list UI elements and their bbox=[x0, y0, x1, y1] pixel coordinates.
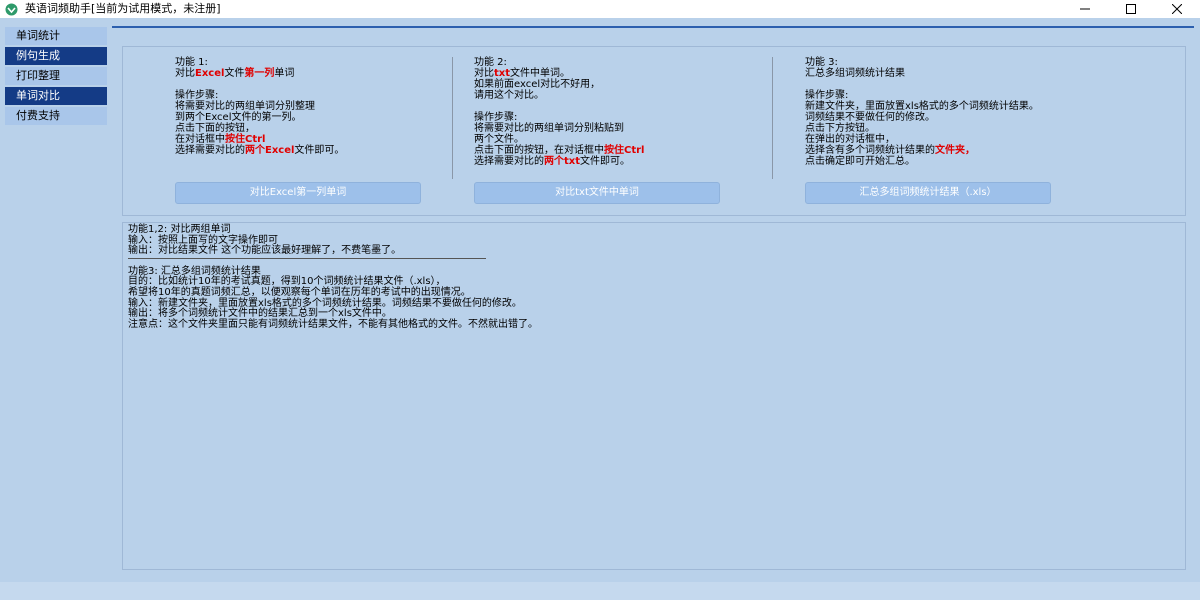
compare-excel-button[interactable]: 对比Excel第一列单词 bbox=[175, 182, 421, 204]
feature-3-step: 新建文件夹，里面放置xls格式的多个词频统计结果。 bbox=[805, 101, 1039, 112]
feature-3-title: 功能 3: bbox=[805, 57, 838, 68]
feature-3: 功能 3: 汇总多组词频统计结果 操作步骤: 新建文件夹，里面放置xls格式的多… bbox=[805, 57, 1039, 167]
feature-3-step: 词频结果不要做任何的修改。 bbox=[805, 112, 935, 123]
minimize-icon bbox=[1080, 8, 1090, 10]
minimize-button[interactable] bbox=[1062, 0, 1108, 18]
feature-3-desc: 汇总多组词频统计结果 bbox=[805, 68, 905, 79]
sidebar-item-print[interactable]: 打印整理 bbox=[5, 67, 107, 85]
feature-3-step: 在弹出的对话框中， bbox=[805, 134, 895, 145]
feature-2-desc-extra: 请用这个对比。 bbox=[474, 90, 544, 101]
feature-2-desc-extra: 如果前面excel对比不好用， bbox=[474, 79, 601, 90]
sidebar: 单词统计 例句生成 打印整理 单词对比 付费支持 bbox=[5, 27, 107, 127]
feature-1: 功能 1: 对比Excel文件第一列单词 操作步骤: 将需要对比的两组单词分别整… bbox=[175, 57, 344, 156]
info-line: 功能1,2: 对比两组单词 bbox=[128, 224, 231, 235]
feature-2-step: 选择需要对比的两个txt文件即可。 bbox=[474, 156, 631, 167]
sidebar-item-payment[interactable]: 付费支持 bbox=[5, 107, 107, 125]
feature-1-step: 在对话框中按住Ctrl bbox=[175, 134, 266, 145]
info-line: 输出：对比结果文件 这个功能应该最好理解了，不费笔墨了。 bbox=[128, 245, 402, 257]
column-separator bbox=[772, 57, 773, 179]
feature-2-step: 两个文件。 bbox=[474, 134, 524, 145]
sidebar-item-word-stats[interactable]: 单词统计 bbox=[5, 27, 107, 45]
feature-2: 功能 2: 对比txt文件中单词。 如果前面excel对比不好用， 请用这个对比… bbox=[474, 57, 644, 167]
feature-1-desc: 对比Excel文件第一列单词 bbox=[175, 68, 295, 79]
feature-2-desc: 对比txt文件中单词。 bbox=[474, 68, 571, 79]
app-logo-icon bbox=[5, 3, 18, 15]
info-divider bbox=[128, 258, 486, 259]
feature-1-step: 点击下面的按钮， bbox=[175, 123, 255, 134]
header-divider bbox=[112, 26, 1194, 28]
title-bar: 英语词频助手[当前为试用模式，未注册] bbox=[0, 0, 1200, 18]
window-title: 英语词频助手[当前为试用模式，未注册] bbox=[25, 2, 221, 15]
column-separator bbox=[452, 57, 453, 179]
feature-1-step: 将需要对比的两组单词分别整理 bbox=[175, 101, 315, 112]
info-text: 功能1,2: 对比两组单词 输入：按照上面写的文字操作即可 输出：对比结果文件 … bbox=[128, 224, 538, 330]
info-line: 希望将10年的真题词频汇总，以便观察每个单词在历年的考试中的出现情况。 bbox=[128, 286, 471, 298]
feature-2-step: 将需要对比的两组单词分别粘贴到 bbox=[474, 123, 624, 134]
feature-3-step: 点击下方按钮。 bbox=[805, 123, 875, 134]
merge-results-button[interactable]: 汇总多组词频统计结果（.xls） bbox=[805, 182, 1051, 204]
sidebar-item-sentence-gen[interactable]: 例句生成 bbox=[5, 47, 107, 65]
feature-2-steps-title: 操作步骤: bbox=[474, 112, 518, 123]
feature-3-step: 选择含有多个词频统计结果的文件夹， bbox=[805, 145, 975, 156]
info-line: 注意点：这个文件夹里面只能有词频统计结果文件，不能有其他格式的文件。不然就出错了… bbox=[128, 318, 538, 330]
sidebar-item-word-compare[interactable]: 单词对比 bbox=[5, 87, 107, 105]
feature-3-step: 点击确定即可开始汇总。 bbox=[805, 156, 915, 167]
close-icon bbox=[1172, 4, 1182, 14]
feature-1-step: 选择需要对比的两个Excel文件即可。 bbox=[175, 145, 345, 156]
feature-1-steps-title: 操作步骤: bbox=[175, 90, 219, 101]
feature-panel: 功能 1: 对比Excel文件第一列单词 操作步骤: 将需要对比的两组单词分别整… bbox=[122, 46, 1186, 216]
feature-2-title: 功能 2: bbox=[474, 57, 507, 68]
maximize-icon bbox=[1126, 4, 1136, 14]
feature-2-step: 点击下面的按钮，在对话框中按住Ctrl bbox=[474, 145, 645, 156]
feature-1-step: 到两个Excel文件的第一列。 bbox=[175, 112, 302, 123]
feature-1-title: 功能 1: bbox=[175, 57, 208, 68]
info-panel: 功能1,2: 对比两组单词 输入：按照上面写的文字操作即可 输出：对比结果文件 … bbox=[122, 222, 1186, 570]
compare-txt-button[interactable]: 对比txt文件中单词 bbox=[474, 182, 720, 204]
close-button[interactable] bbox=[1154, 0, 1200, 18]
feature-3-steps-title: 操作步骤: bbox=[805, 90, 849, 101]
maximize-button[interactable] bbox=[1108, 0, 1154, 18]
status-bar bbox=[0, 582, 1200, 600]
